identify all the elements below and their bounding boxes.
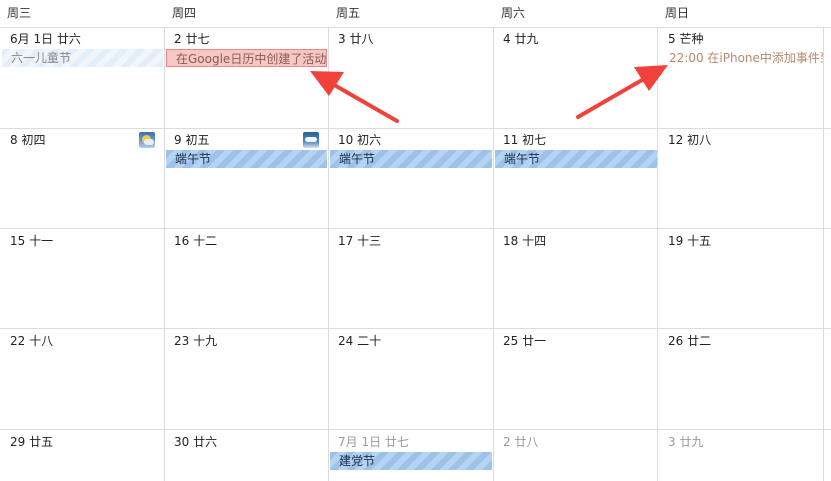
day-cell-jun-26[interactable]: 26 廿二	[668, 334, 711, 348]
day-cell-jun-1[interactable]: 6月 1日 廿六	[10, 32, 81, 46]
day-cell-jun-12[interactable]: 12 初八	[668, 133, 711, 147]
day-cell-jun-22[interactable]: 22 十八	[10, 334, 53, 348]
weekday-fri: 周五	[336, 6, 361, 20]
event-party-founding-day[interactable]: 建党节	[330, 452, 492, 470]
annotation-arrow-left	[310, 71, 399, 123]
day-cell-jul-3[interactable]: 3 廿九	[668, 435, 703, 449]
event-childrens-day[interactable]: 六一儿童节	[2, 49, 163, 67]
event-iphone[interactable]: 22:00 在iPhone中添加事件到	[662, 49, 823, 67]
day-cell-jun-29[interactable]: 29 廿五	[10, 435, 53, 449]
day-cell-jun-17[interactable]: 17 十三	[338, 234, 381, 248]
grid-line	[657, 27, 658, 481]
weekday-sun: 周日	[665, 6, 690, 20]
weekday-sat: 周六	[501, 6, 526, 20]
day-cell-jun-9[interactable]: 9 初五	[174, 133, 209, 147]
event-dragon-boat[interactable]: 端午节	[495, 150, 657, 168]
day-cell-jun-18[interactable]: 18 十四	[503, 234, 546, 248]
grid-line	[164, 27, 165, 481]
grid-line	[0, 27, 831, 28]
calendar-month-view: 周三 周四 周五 周六 周日 6月 1日 廿六 2 廿七 3 廿八 4 廿九 5…	[0, 0, 831, 481]
day-cell-jun-10[interactable]: 10 初六	[338, 133, 381, 147]
day-cell-jun-19[interactable]: 19 十五	[668, 234, 711, 248]
day-cell-jun-16[interactable]: 16 十二	[174, 234, 217, 248]
day-cell-jun-30[interactable]: 30 廿六	[174, 435, 217, 449]
day-cell-jun-8[interactable]: 8 初四	[10, 133, 45, 147]
day-cell-jun-11[interactable]: 11 初七	[503, 133, 546, 147]
day-cell-jun-23[interactable]: 23 十九	[174, 334, 217, 348]
grid-line	[0, 228, 831, 229]
event-google-calendar[interactable]: 在Google日历中创建了活动	[166, 49, 327, 67]
day-cell-jul-1[interactable]: 7月 1日 廿七	[338, 435, 409, 449]
windy-cloud-icon	[303, 132, 319, 148]
weekday-thu: 周四	[172, 6, 197, 20]
day-cell-jun-3[interactable]: 3 廿八	[338, 32, 373, 46]
annotation-arrow-right	[576, 65, 668, 119]
weekday-header: 周三 周四 周五 周六 周日	[0, 0, 831, 27]
grid-line	[328, 27, 329, 481]
day-cell-jul-2[interactable]: 2 廿八	[503, 435, 538, 449]
day-cell-jun-25[interactable]: 25 廿一	[503, 334, 546, 348]
grid-line	[0, 328, 831, 329]
grid-line	[0, 128, 831, 129]
grid-line	[493, 27, 494, 481]
day-cell-jun-4[interactable]: 4 廿九	[503, 32, 538, 46]
event-dragon-boat[interactable]: 端午节	[330, 150, 492, 168]
grid-line	[823, 27, 824, 481]
event-dragon-boat[interactable]: 端午节	[166, 150, 327, 168]
day-cell-jun-5[interactable]: 5 芒种	[668, 32, 703, 46]
day-cell-jun-15[interactable]: 15 十一	[10, 234, 53, 248]
day-cell-jun-2[interactable]: 2 廿七	[174, 32, 209, 46]
grid-line	[0, 429, 831, 430]
weekday-wed: 周三	[7, 6, 32, 20]
day-cell-jun-24[interactable]: 24 二十	[338, 334, 381, 348]
partly-cloudy-icon	[139, 132, 155, 148]
